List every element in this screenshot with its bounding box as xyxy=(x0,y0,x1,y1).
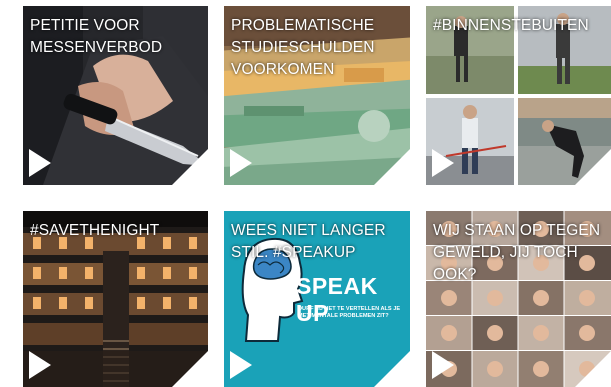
corner-fold xyxy=(172,149,208,185)
play-icon[interactable] xyxy=(29,149,51,177)
play-icon[interactable] xyxy=(230,149,252,177)
corner-fold xyxy=(172,351,208,387)
play-icon[interactable] xyxy=(230,351,252,379)
video-tile-studieschulden[interactable]: PROBLEMATISCHE STUDIESCHULDEN VOORKOMEN xyxy=(224,6,410,185)
play-icon[interactable] xyxy=(432,149,454,177)
play-icon[interactable] xyxy=(432,351,454,379)
video-tile-tegen-geweld[interactable]: WIJ STAAN OP TEGEN GEWELD, JIJ TOCH OOK? xyxy=(426,211,611,387)
corner-fold xyxy=(374,351,410,387)
corner-fold xyxy=(575,149,611,185)
video-tile-savethenight[interactable]: #SAVETHENIGHT xyxy=(23,211,208,387)
corner-fold xyxy=(374,149,410,185)
video-tile-binnenstebuiten[interactable]: #BINNENSTEBUITEN xyxy=(426,6,611,185)
poster-subline: DURF JIJ HET TE VERTELLEN ALS JE MET MEN… xyxy=(298,306,401,319)
play-icon[interactable] xyxy=(29,351,51,379)
video-tile-speakup[interactable]: SPEAK UP DURF JIJ HET TE VERTELLEN ALS J… xyxy=(224,211,410,387)
corner-fold xyxy=(575,351,611,387)
video-tile-messenverbod[interactable]: PETITIE VOOR MESSENVERBOD xyxy=(23,6,208,185)
